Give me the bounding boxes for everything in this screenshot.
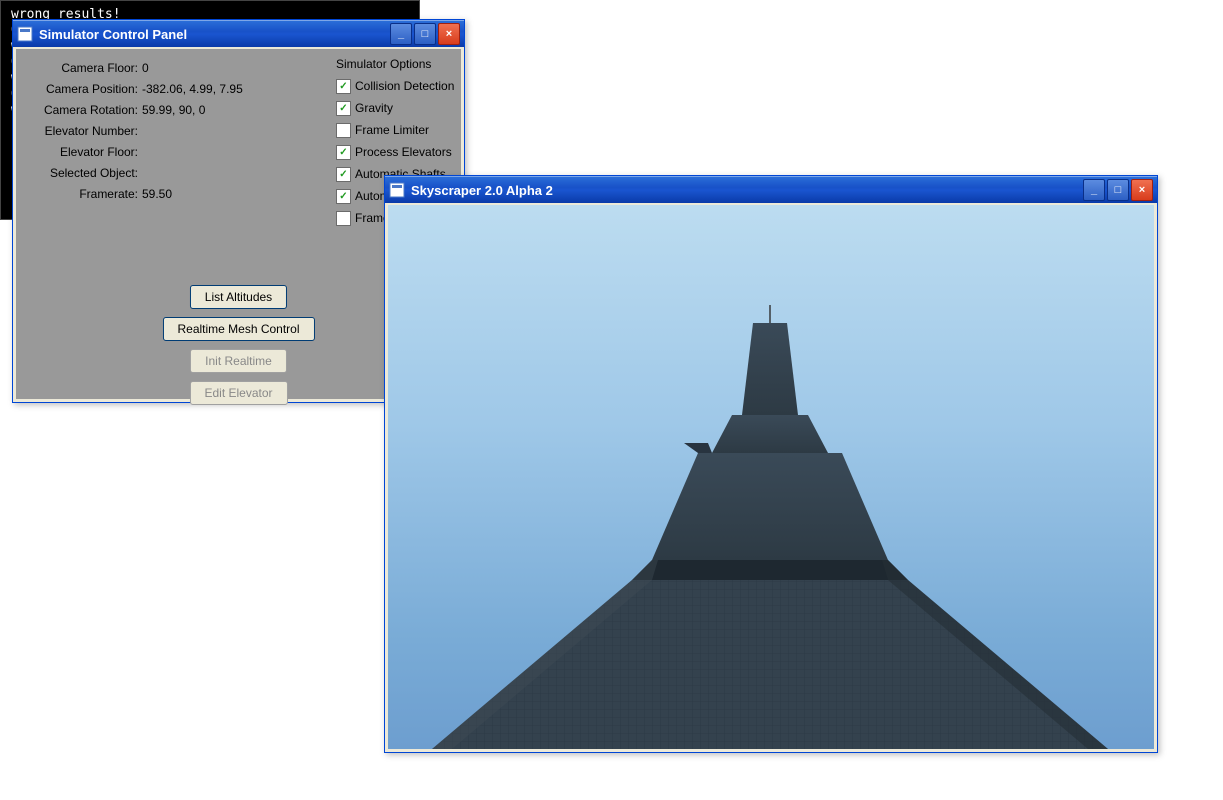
checkbox-framer[interactable] bbox=[336, 211, 351, 226]
option-label: Gravity bbox=[355, 101, 393, 115]
label-selected-object: Selected Object: bbox=[28, 166, 142, 180]
close-button[interactable]: × bbox=[1131, 179, 1153, 201]
checkbox-process-elevators[interactable]: ✓ bbox=[336, 145, 351, 160]
label-camera-rotation: Camera Rotation: bbox=[28, 103, 142, 117]
viewer-titlebar[interactable]: Skyscraper 2.0 Alpha 2 _ □ × bbox=[385, 176, 1157, 203]
checkbox-gravity[interactable]: ✓ bbox=[336, 101, 351, 116]
label-elevator-number: Elevator Number: bbox=[28, 124, 142, 138]
option-label: Collision Detection bbox=[355, 79, 454, 93]
viewer-title: Skyscraper 2.0 Alpha 2 bbox=[411, 183, 1083, 198]
option-label: Frame Limiter bbox=[355, 123, 429, 137]
value-camera-rotation: 59.99, 90, 0 bbox=[142, 103, 205, 117]
checkbox-automatic[interactable]: ✓ bbox=[336, 189, 351, 204]
option-label: Process Elevators bbox=[355, 145, 452, 159]
skyscraper-render bbox=[388, 205, 1154, 749]
close-button[interactable]: × bbox=[438, 23, 460, 45]
realtime-mesh-control-button[interactable]: Realtime Mesh Control bbox=[162, 317, 314, 341]
options-header: Simulator Options bbox=[336, 57, 454, 71]
control-panel-title: Simulator Control Panel bbox=[39, 27, 390, 42]
label-elevator-floor: Elevator Floor: bbox=[28, 145, 142, 159]
checkbox-collision-detection[interactable]: ✓ bbox=[336, 79, 351, 94]
checkbox-automatic-shafts[interactable]: ✓ bbox=[336, 167, 351, 182]
value-camera-floor: 0 bbox=[142, 61, 149, 75]
label-camera-position: Camera Position: bbox=[28, 82, 142, 96]
maximize-button[interactable]: □ bbox=[1107, 179, 1129, 201]
viewer-viewport[interactable] bbox=[388, 205, 1154, 749]
viewer-window: Skyscraper 2.0 Alpha 2 _ □ × bbox=[384, 175, 1158, 753]
app-icon bbox=[17, 26, 33, 42]
label-framerate: Framerate: bbox=[28, 187, 142, 201]
value-framerate: 59.50 bbox=[142, 187, 172, 201]
app-icon bbox=[389, 182, 405, 198]
init-realtime-button: Init Realtime bbox=[190, 349, 287, 373]
minimize-button[interactable]: _ bbox=[1083, 179, 1105, 201]
minimize-button[interactable]: _ bbox=[390, 23, 412, 45]
checkbox-frame-limiter[interactable] bbox=[336, 123, 351, 138]
control-panel-titlebar[interactable]: Simulator Control Panel _ □ × bbox=[13, 20, 464, 47]
value-camera-position: -382.06, 4.99, 7.95 bbox=[142, 82, 243, 96]
maximize-button[interactable]: □ bbox=[414, 23, 436, 45]
list-altitudes-button[interactable]: List Altitudes bbox=[190, 285, 287, 309]
label-camera-floor: Camera Floor: bbox=[28, 61, 142, 75]
edit-elevator-button: Edit Elevator bbox=[189, 381, 287, 405]
